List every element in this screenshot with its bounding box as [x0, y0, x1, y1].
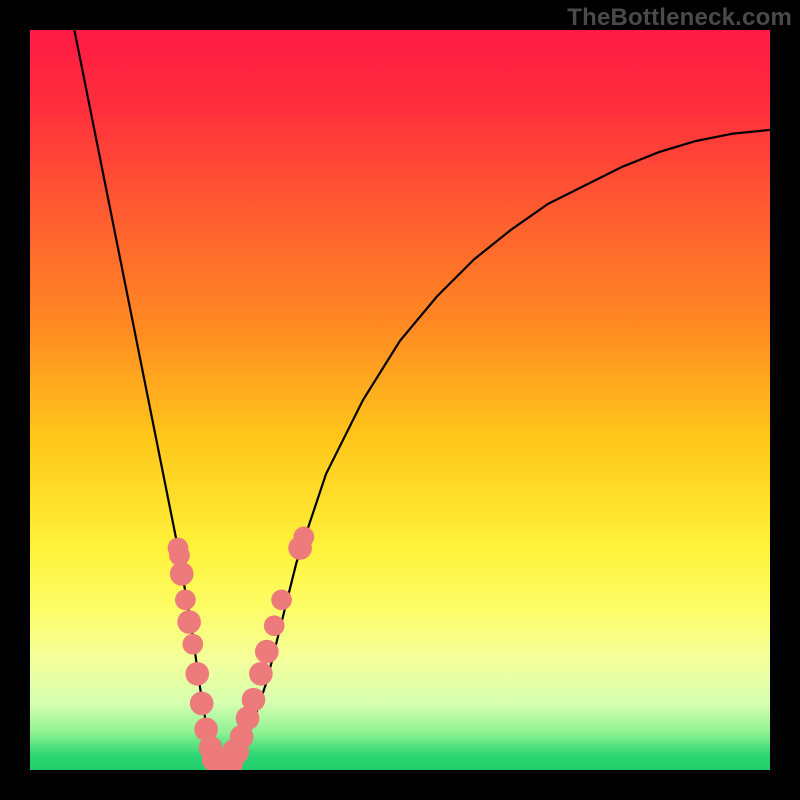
data-marker: [264, 615, 285, 636]
chart-frame: TheBottleneck.com: [0, 0, 800, 800]
gradient-background: [30, 30, 770, 770]
data-marker: [185, 662, 209, 686]
data-marker: [170, 562, 194, 586]
data-marker: [249, 662, 273, 686]
data-marker: [177, 610, 201, 634]
data-marker: [190, 692, 214, 716]
data-marker: [271, 589, 292, 610]
bottleneck-chart: [30, 30, 770, 770]
data-marker: [175, 589, 196, 610]
data-marker: [242, 688, 266, 712]
plot-area: [30, 30, 770, 770]
watermark-label: TheBottleneck.com: [567, 4, 792, 32]
data-marker: [293, 527, 314, 548]
data-marker: [255, 640, 279, 664]
data-marker: [182, 634, 203, 655]
